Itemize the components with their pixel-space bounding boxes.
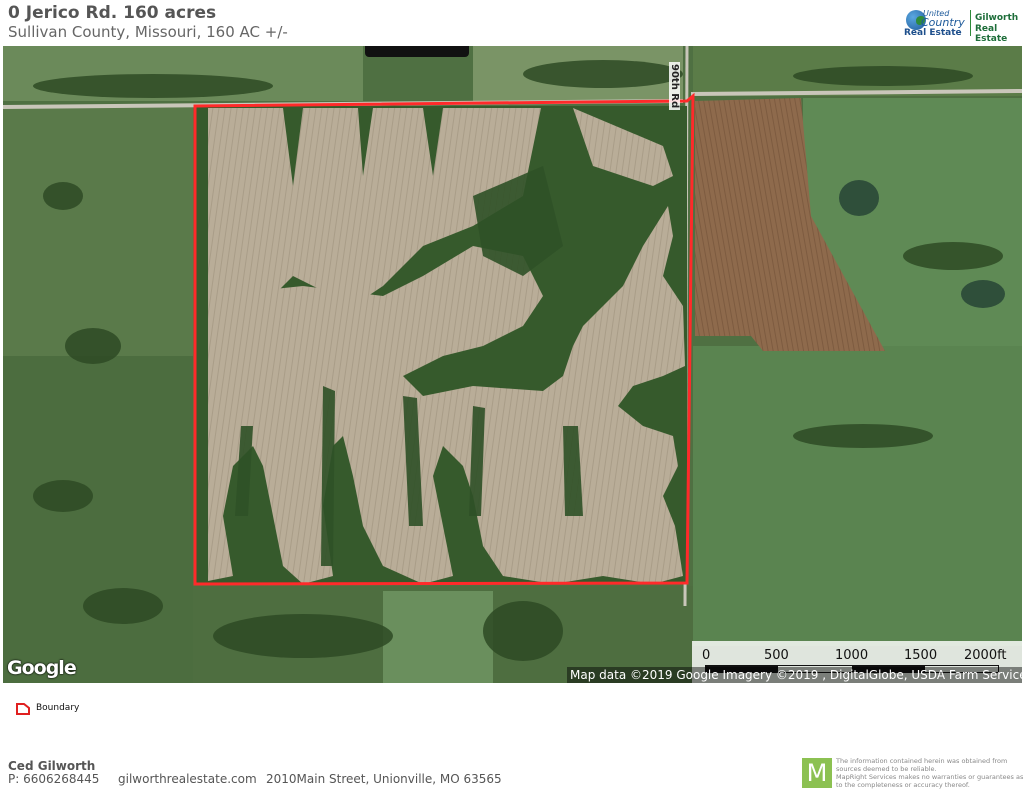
road-label-90th: 90th Rd	[669, 62, 680, 111]
logo-brand-line1: Gilworth	[975, 13, 1019, 23]
logo-brand-line2: Real Estate	[975, 24, 1008, 44]
disclaimer: The information contained herein was obt…	[836, 757, 1024, 789]
mapright-logo: M	[802, 758, 832, 788]
scale-label-1500: 1500	[904, 648, 938, 663]
agent-name: Ced Gilworth	[8, 759, 96, 773]
scale-label-1000: 1000	[835, 648, 869, 663]
map-attribution[interactable]: Map data ©2019 Google Imagery ©2019 , Di…	[567, 667, 1022, 683]
disclaimer-line: MapRight Services makes no warranties or…	[836, 773, 1024, 781]
disclaimer-line: The information contained herein was obt…	[836, 757, 1008, 765]
satellite-imagery	[3, 46, 1022, 683]
scale-label-2000ft: 2000ft	[964, 648, 1007, 663]
logo-divider	[970, 10, 971, 36]
page: 0 Jerico Rd. 160 acres Sullivan County, …	[0, 0, 1024, 792]
agent-website-link[interactable]: gilworthrealestate.com	[118, 772, 257, 786]
united-country-logo[interactable]: United Country Real Estate Gilworth Real…	[904, 8, 1020, 44]
page-subtitle: Sullivan County, Missouri, 160 AC +/-	[8, 23, 288, 41]
legend-label-boundary: Boundary	[36, 703, 80, 713]
disclaimer-line: sources deemed to be reliable.	[836, 765, 937, 773]
disclaimer-line: to the completeness or accuracy thereof.	[836, 781, 970, 789]
logo-real-estate-text: Real Estate	[904, 28, 962, 38]
agent-phone[interactable]: P: 6606268445	[8, 772, 99, 786]
google-logo: Google	[7, 657, 77, 679]
boundary-icon	[16, 703, 30, 715]
scale-label-500: 500	[764, 648, 789, 663]
agent-address: 2010Main Street, Unionville, MO 63565	[266, 772, 502, 786]
page-title: 0 Jerico Rd. 160 acres	[8, 3, 217, 23]
map-top-tab	[365, 46, 469, 57]
satellite-map[interactable]: 90th Rd Google 0 500 1000 1500 2000ft Ma…	[3, 46, 1022, 683]
header: 0 Jerico Rd. 160 acres Sullivan County, …	[0, 0, 1024, 46]
scale-label-0: 0	[702, 648, 711, 663]
